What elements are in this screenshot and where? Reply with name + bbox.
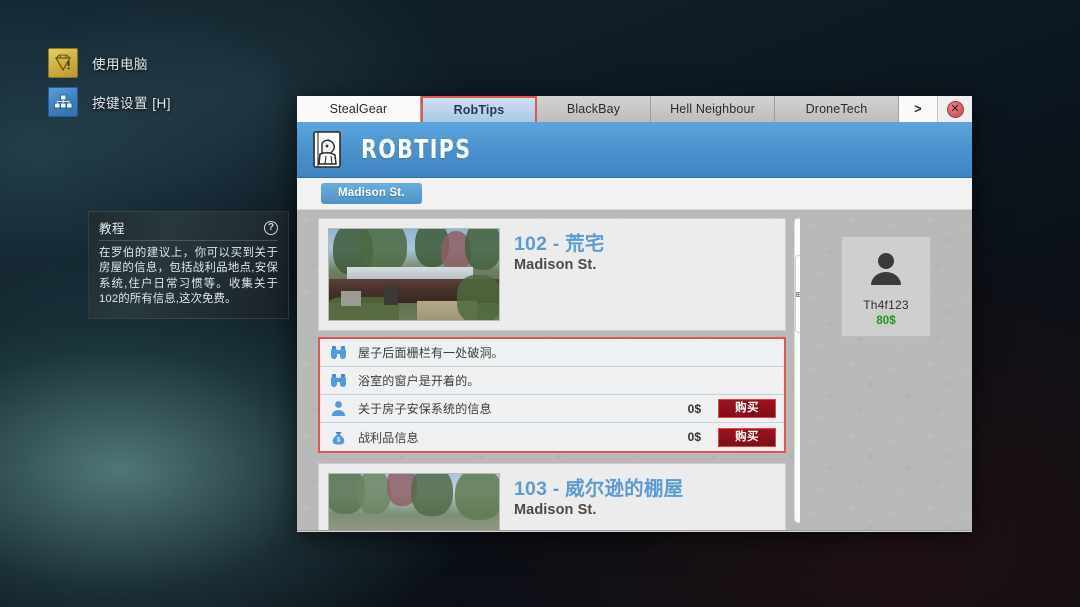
- person-icon: [329, 399, 348, 418]
- buy-button[interactable]: 购买: [718, 399, 776, 418]
- tab-robtips[interactable]: RobTips: [421, 96, 537, 122]
- tab-blackbay[interactable]: BlackBay: [537, 96, 651, 122]
- site-header-banner: ROBTIPS: [297, 122, 972, 178]
- close-icon[interactable]: ✕: [946, 100, 964, 118]
- house-photo-thumbnail: [328, 228, 500, 321]
- info-row: 浴室的窗户是开着的。: [320, 367, 784, 395]
- listing-text: 102 - 荒宅 Madison St.: [514, 228, 604, 273]
- diamond-alert-icon: [48, 48, 78, 78]
- info-row-text: 战利品信息: [358, 430, 419, 445]
- profile-username: Th4f123: [863, 298, 909, 312]
- hud-item-key-settings: 按键设置 [H]: [48, 87, 171, 117]
- house-photo-thumbnail: [328, 473, 500, 530]
- profile-column: Th4f123 80$: [800, 210, 972, 530]
- listing-info-block: 屋子后面栅栏有一处破洞。 浴室的窗户是开着的。 关于房子安保系统的信息 0$ 购…: [318, 337, 786, 453]
- site-title: ROBTIPS: [361, 134, 472, 165]
- hud-prompts: 使用电脑 按键设置 [H]: [48, 48, 171, 126]
- listing-item[interactable]: 103 - 威尔逊的棚屋 Madison St.: [318, 463, 786, 530]
- question-mark-icon[interactable]: ?: [264, 220, 278, 235]
- browser-window: StealGear RobTips BlackBay Hell Neighbou…: [297, 96, 972, 532]
- listing-title: 102 - 荒宅: [514, 233, 605, 255]
- info-row-price: 0$: [687, 401, 701, 416]
- breadcrumb-bar: Madison St.: [297, 178, 972, 210]
- tutorial-header: 教程 ?: [99, 218, 278, 241]
- window-bottom-edge: [297, 531, 972, 532]
- breadcrumb-madison-st[interactable]: Madison St.: [321, 183, 422, 204]
- listing-text: 103 - 威尔逊的棚屋 Madison St.: [514, 473, 683, 518]
- tutorial-body-text: 在罗伯的建议上，你可以买到关于房屋的信息，包括战利品地点,安保系统,住户日常习惯…: [99, 247, 278, 305]
- info-row-text: 屋子后面栅栏有一处破洞。: [358, 346, 504, 360]
- binoculars-icon: [329, 371, 348, 390]
- listing-street: Madison St.: [514, 502, 597, 518]
- user-profile-card: Th4f123 80$: [841, 236, 931, 337]
- info-row-text: 关于房子安保系统的信息: [358, 402, 492, 416]
- info-row-text: 浴室的窗户是开着的。: [358, 374, 480, 388]
- tab-dronetech[interactable]: DroneTech: [775, 96, 899, 122]
- tutorial-title: 教程: [99, 222, 125, 236]
- profile-money-balance: 80$: [876, 315, 896, 327]
- keyboard-keys-icon: [48, 87, 78, 117]
- tab-hell-neighbour[interactable]: Hell Neighbour: [651, 96, 775, 122]
- buy-button[interactable]: 购买: [718, 427, 776, 447]
- listing-street: Madison St.: [514, 257, 597, 273]
- hud-item-use-computer: 使用电脑: [48, 48, 171, 78]
- browser-tab-strip: StealGear RobTips BlackBay Hell Neighbou…: [297, 96, 972, 122]
- svg-text:$: $: [337, 436, 341, 443]
- info-row-price: 0$: [687, 430, 701, 444]
- window-controls: ✕: [937, 96, 972, 122]
- game-background: 使用电脑 按键设置 [H] 教程 ? 在罗伯的建议上，你可以买到关于房屋的信息，…: [0, 0, 1080, 607]
- info-row: 屋子后面栅栏有一处破洞。: [320, 339, 784, 367]
- tutorial-panel: 教程 ? 在罗伯的建议上，你可以买到关于房屋的信息，包括战利品地点,安保系统,住…: [88, 211, 289, 319]
- info-row: 关于房子安保系统的信息 0$ 购买: [320, 395, 784, 423]
- listing-title: 103 - 威尔逊的棚屋: [514, 478, 684, 500]
- binoculars-icon: [329, 343, 348, 362]
- tab-next-arrow-button[interactable]: >: [899, 96, 937, 122]
- user-avatar-icon: [866, 249, 906, 289]
- listings-column: 102 - 荒宅 Madison St. 屋子后面栅栏有一处破洞。 浴室的窗户是…: [297, 210, 800, 530]
- hud-item-label: 按键设置 [H]: [92, 96, 172, 111]
- listing-item[interactable]: 102 - 荒宅 Madison St.: [318, 218, 786, 331]
- tab-stealgear[interactable]: StealGear: [297, 96, 421, 122]
- info-row: $ 战利品信息 0$ 购买: [320, 423, 784, 451]
- money-bag-icon: $: [329, 428, 348, 447]
- site-body: 102 - 荒宅 Madison St. 屋子后面栅栏有一处破洞。 浴室的窗户是…: [297, 210, 972, 531]
- robtips-burglar-logo-icon: [311, 130, 349, 170]
- hud-item-label: 使用电脑: [92, 57, 148, 72]
